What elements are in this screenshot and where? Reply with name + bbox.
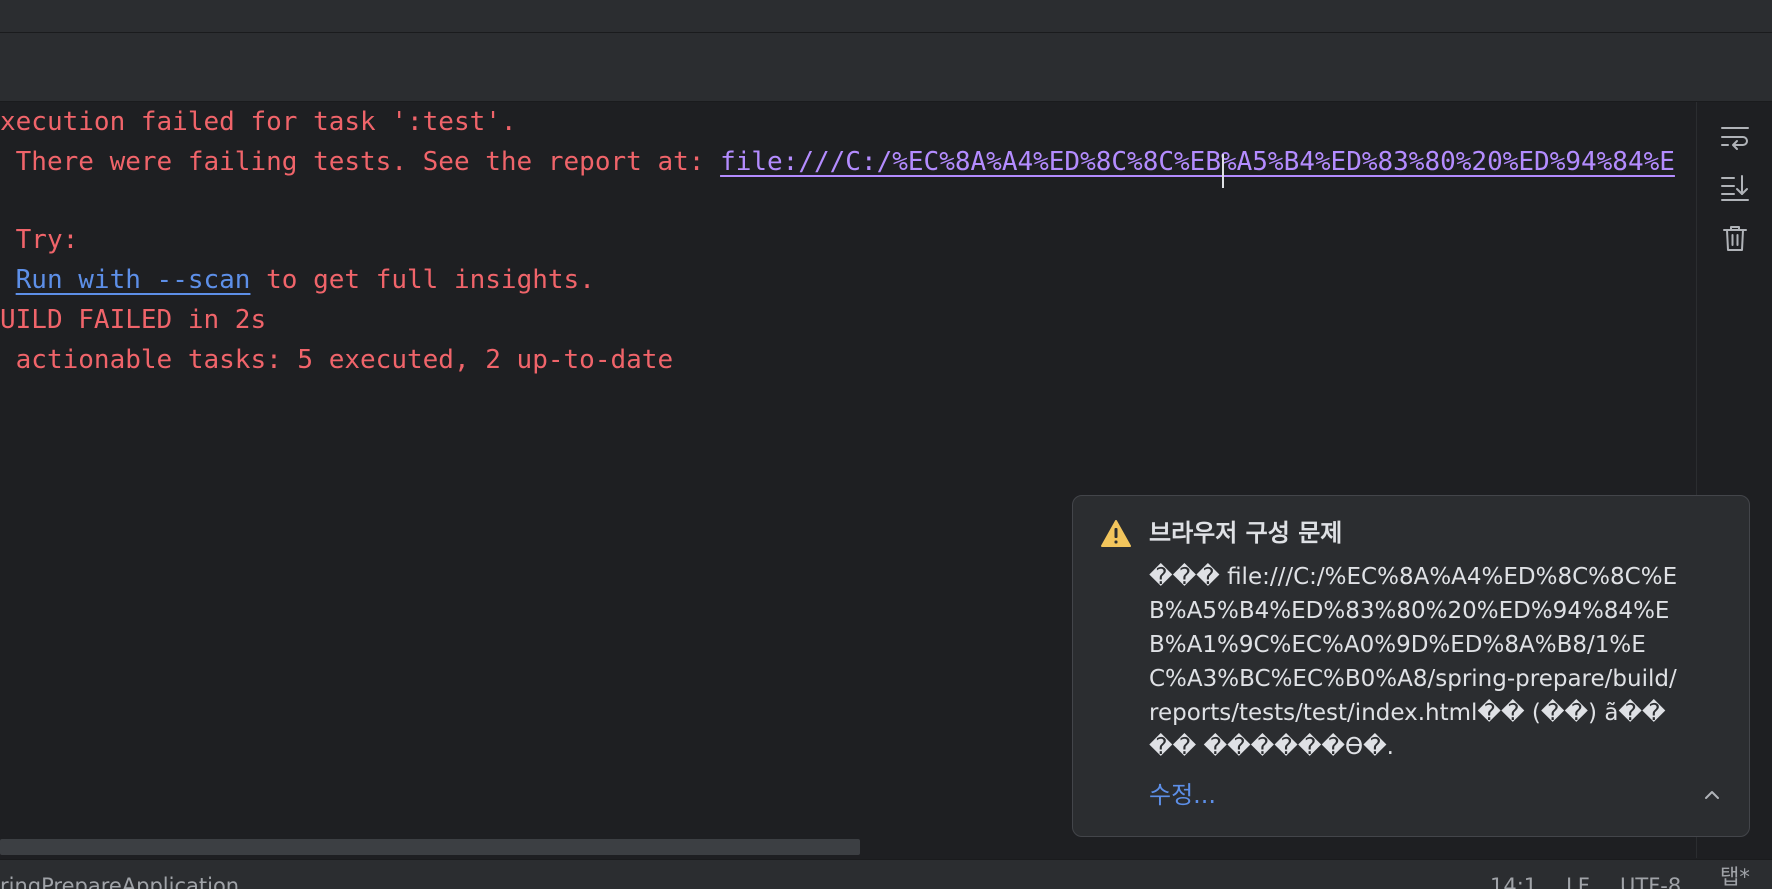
notification-body: ��� file:///C:/%EC%8A%A4%ED%8C%8C%EB%A5%…: [1149, 564, 1678, 760]
console-line-tasks-summary: actionable tasks: 5 executed, 2 up-to-da…: [0, 345, 674, 375]
status-bar: ringPrepareApplication 14:1 LF UTF-8 탭*: [0, 859, 1772, 889]
scan-prefix-text: [0, 265, 16, 295]
status-indent[interactable]: 탭*: [1720, 864, 1750, 889]
trash-icon[interactable]: [1719, 222, 1751, 254]
status-line-ending[interactable]: LF: [1566, 873, 1590, 889]
notification-title: 브라우저 구성 문제: [1149, 519, 1343, 547]
status-run-config[interactable]: ringPrepareApplication: [0, 873, 239, 889]
status-encoding[interactable]: UTF-8: [1620, 873, 1681, 889]
run-with-scan-link[interactable]: Run with --scan: [16, 265, 251, 295]
text-caret: [1222, 154, 1224, 188]
console-line-report: There were failing tests. See the report…: [0, 142, 1675, 182]
report-prefix-text: There were failing tests. See the report…: [0, 147, 721, 177]
console-line-scan: Run with --scan to get full insights.: [0, 260, 595, 300]
console-line-execution-failed: xecution failed for task ':test'.: [0, 107, 517, 137]
console-line-build-failed: UILD FAILED in 2s: [0, 305, 267, 335]
console-line-try: Try:: [0, 225, 79, 255]
horizontal-scrollbar-thumb[interactable]: [0, 839, 860, 855]
window-menu-icon[interactable]: ˙: [1654, 0, 1668, 9]
scroll-to-end-icon[interactable]: [1719, 172, 1751, 204]
scan-suffix-text: to get full insights.: [250, 265, 595, 295]
chevron-up-icon[interactable]: [1699, 782, 1725, 808]
warning-icon: [1101, 520, 1131, 548]
report-file-link[interactable]: file:///C:/%EC%8A%A4%ED%8C%8C%EB%A5%B4%E…: [720, 147, 1675, 177]
browser-config-notification: 브라우저 구성 문제 ��� file:///C:/%EC%8A%A4%ED%8…: [1072, 495, 1750, 837]
fix-action-link[interactable]: 수정...: [1149, 778, 1216, 812]
run-tab-bar: [0, 33, 1772, 102]
top-toolbar: ˙: [0, 0, 1772, 33]
soft-wrap-icon[interactable]: [1719, 122, 1751, 154]
status-caret-position[interactable]: 14:1: [1490, 873, 1537, 889]
